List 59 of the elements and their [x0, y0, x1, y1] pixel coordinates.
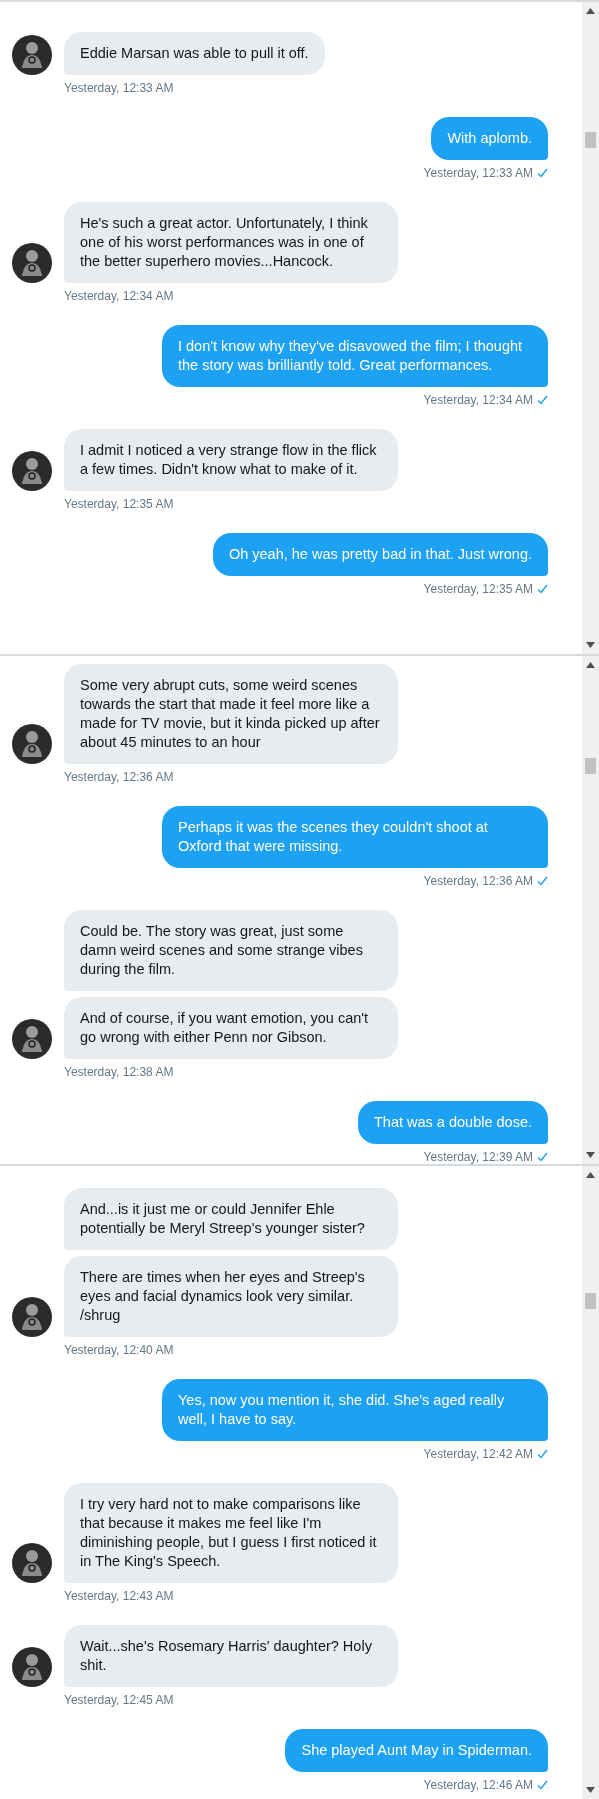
message-bubble: She played Aunt May in Spiderman.: [285, 1729, 548, 1772]
message-time: Yesterday, 12:39 AM: [423, 1150, 533, 1164]
message-time: Yesterday, 12:40 AM: [64, 1343, 174, 1357]
message-bubble: Perhaps it was the scenes they couldn't shoot at Oxford that were missing.: [162, 806, 548, 868]
message-time: Yesterday, 12:35 AM: [423, 582, 533, 596]
message-time: Yesterday, 12:42 AM: [423, 1447, 533, 1461]
scroll-down-icon[interactable]: [586, 1787, 595, 1793]
message-bubble: Could be. The story was great, just some damn weird scenes and some strange vibes during the film.: [64, 910, 398, 991]
message-bubble: Yes, now you mention it, she did. She's aged really well, I have to say.: [162, 1379, 548, 1441]
scrollbar[interactable]: [582, 656, 599, 1164]
message-time: Yesterday, 12:45 AM: [64, 1693, 174, 1707]
avatar-icon: [12, 1543, 52, 1583]
message-time: Yesterday, 12:34 AM: [423, 393, 533, 407]
avatar-icon: [12, 451, 52, 491]
message-time: Yesterday, 12:35 AM: [64, 497, 174, 511]
avatar-icon: [12, 35, 52, 75]
message-time: Yesterday, 12:33 AM: [64, 81, 174, 95]
scrollbar-thumb[interactable]: [585, 757, 596, 774]
message-bubble: Eddie Marsan was able to pull it off.: [64, 32, 325, 75]
check-icon: [537, 395, 548, 405]
scroll-down-icon[interactable]: [586, 1152, 595, 1158]
scrollbar-thumb[interactable]: [585, 132, 596, 149]
scrollbar[interactable]: [582, 1166, 599, 1799]
message-bubble: Some very abrupt cuts, some weird scenes towards the start that made it feel more like a made for TV movie, but it kinda picked up after about 45 minutes to an hour: [64, 664, 398, 764]
message-bubble: He's such a great actor. Unfortunately, I think one of his worst performances was in one of the better superhero movies...Hancock.: [64, 202, 398, 283]
scroll-down-icon[interactable]: [586, 642, 595, 648]
check-icon: [537, 1780, 548, 1790]
message-time: Yesterday, 12:36 AM: [64, 770, 174, 784]
scroll-up-icon[interactable]: [586, 1172, 595, 1178]
message-time: Yesterday, 12:38 AM: [64, 1065, 174, 1079]
message-time: Yesterday, 12:36 AM: [423, 874, 533, 888]
message-bubble: And...is it just me or could Jennifer Ehle potentially be Meryl Streep's younger sister?: [64, 1188, 398, 1250]
message-time: Yesterday, 12:43 AM: [64, 1589, 174, 1603]
scrollbar-thumb[interactable]: [585, 1292, 596, 1309]
scroll-up-icon[interactable]: [586, 662, 595, 668]
message-bubble: With aplomb.: [431, 117, 548, 160]
avatar-icon: [12, 724, 52, 764]
avatar-icon: [12, 1297, 52, 1337]
check-icon: [537, 584, 548, 594]
message-bubble: Wait...she's Rosemary Harris' daughter? Holy shit.: [64, 1625, 398, 1687]
scrollbar[interactable]: [582, 2, 599, 654]
message-time: Yesterday, 12:34 AM: [64, 289, 174, 303]
message-time: Yesterday, 12:33 AM: [423, 166, 533, 180]
message-bubble: That was a double dose.: [358, 1101, 548, 1144]
avatar-icon: [12, 1019, 52, 1059]
message-bubble: There are times when her eyes and Streep's eyes and facial dynamics look very similar. /shrug: [64, 1256, 398, 1337]
check-icon: [537, 168, 548, 178]
avatar-icon: [12, 1647, 52, 1687]
message-bubble: Oh yeah, he was pretty bad in that. Just wrong.: [212, 533, 548, 576]
message-bubble: And of course, if you want emotion, you can't go wrong with either Penn nor Gibson.: [64, 997, 398, 1059]
check-icon: [537, 1152, 548, 1162]
message-time: Yesterday, 12:46 AM: [423, 1778, 533, 1792]
scroll-up-icon[interactable]: [586, 8, 595, 14]
check-icon: [537, 876, 548, 886]
message-bubble: I admit I noticed a very strange flow in the flick a few times. Didn't know what to make of it.: [64, 429, 398, 491]
message-bubble: I don't know why they've disavowed the film; I thought the story was brilliantly told. Great performances.: [162, 325, 548, 387]
message-bubble: I try very hard not to make comparisons like that because it makes me feel like I'm diminishing people, but I guess I first noticed it in The King's Speech.: [64, 1483, 398, 1583]
avatar-icon: [12, 243, 52, 283]
check-icon: [537, 1449, 548, 1459]
